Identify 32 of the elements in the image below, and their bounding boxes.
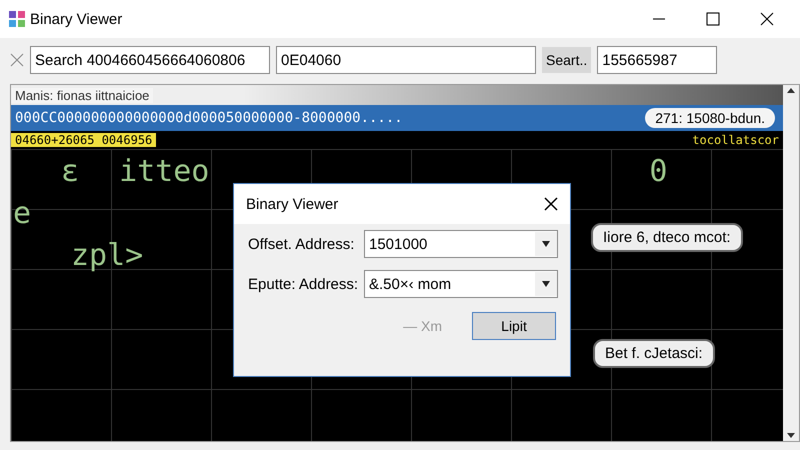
hex-cell-text: 000CC000000000000000d000050000000-8000000.....	[14, 110, 404, 126]
address-field[interactable]: 0E04060	[276, 46, 536, 74]
dialog-title: Binary Viewer	[246, 196, 338, 212]
address-dropdown[interactable]: &.50×‹ mom	[364, 270, 558, 298]
field-label: Offset. Address:	[248, 236, 356, 252]
dialog-button[interactable]: Lipit	[472, 312, 556, 340]
canvas-scrawl: zpl>	[71, 239, 144, 273]
minimize-icon	[652, 18, 666, 20]
canvas-scrawl: ɛ	[61, 155, 80, 189]
hint-text: — Xm	[403, 318, 442, 334]
canvas-scrawl: 0	[649, 155, 668, 189]
hex-cell-text: tocollatscor	[691, 133, 780, 147]
result-field[interactable]: 155665987	[597, 46, 718, 74]
canvas-scrawl: itteo	[119, 155, 210, 189]
search-button[interactable]: Seart..	[542, 47, 592, 73]
window-title: Binary Viewer	[30, 10, 124, 28]
search-field[interactable]: Search 4004660456664060806	[30, 46, 270, 74]
field-label: Eputte: Address:	[248, 276, 360, 292]
canvas-scrawl: e	[13, 197, 32, 231]
selected-row[interactable]: 000CC000000000000000d000050000000-8000000..... 271: 15080-bdun.	[11, 105, 783, 131]
address-dropdown[interactable]: 1501000	[364, 230, 558, 258]
callout: Iiore 6, dteco mcot:	[591, 223, 743, 252]
hex-cell: 04660+26065 0046956	[11, 133, 156, 147]
close-icon	[760, 12, 774, 26]
hex-cell: 271: 15080-bdun.	[645, 108, 775, 128]
panel-header: Manis: fionas iittnaicioe	[11, 88, 154, 102]
app-icon	[8, 10, 26, 28]
scrollbar[interactable]	[783, 85, 799, 441]
maximize-icon	[706, 12, 720, 26]
callout: Bet f. cJetasci:	[593, 339, 715, 368]
close-button[interactable]	[544, 197, 558, 211]
close-icon[interactable]	[10, 53, 24, 67]
